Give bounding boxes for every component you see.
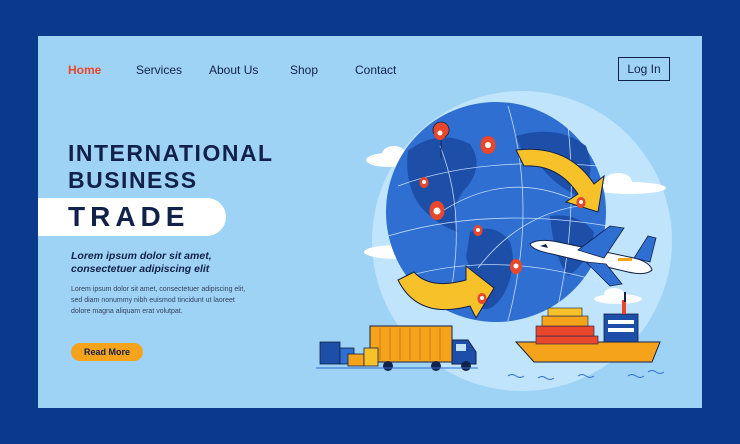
hero-body-line3: dolore magna aliquam erat volutpat. [71, 308, 183, 315]
hero-subtitle: Lorem ipsum dolor sit amet, consectetuer… [71, 250, 271, 276]
hero-subtitle-line1: Lorem ipsum dolor sit amet, [71, 250, 212, 262]
hero-title: INTERNATIONAL BUSINESS [68, 140, 274, 194]
hero-body-line1: Lorem ipsum dolor sit amet, consectetuer… [71, 286, 246, 293]
hero-subtitle-line2: consectetuer adipiscing elit [71, 263, 210, 275]
read-more-button[interactable]: Read More [71, 343, 143, 361]
hero-title-line1: INTERNATIONAL [68, 140, 274, 166]
hero-body-line2: sed diam nonummy nibh euismod tincidunt … [71, 297, 235, 304]
hero-body-text: Lorem ipsum dolor sit amet, consectetuer… [71, 284, 261, 317]
hero-title-highlight: TRADE [68, 201, 190, 232]
landing-page: Home Services About Us Shop Contact Log … [38, 36, 702, 408]
hero-title-line2: BUSINESS [68, 167, 198, 193]
